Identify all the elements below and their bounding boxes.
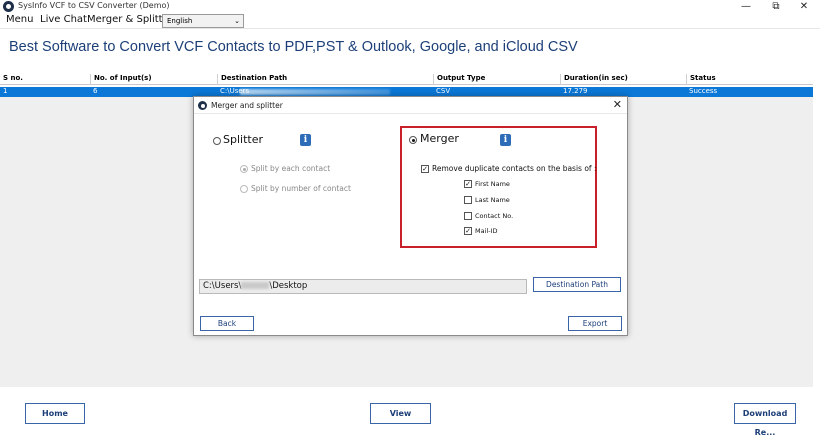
menu-item-live-chat[interactable]: Live Chat bbox=[40, 14, 87, 25]
redacted-username bbox=[241, 282, 270, 289]
first-name-label: First Name bbox=[475, 180, 510, 188]
mail-id-checkbox[interactable]: ✓ bbox=[464, 227, 472, 235]
menu-item-merger-splitter[interactable]: Merger & Splitter bbox=[87, 14, 173, 25]
path-prefix: C:\Users\ bbox=[203, 281, 242, 291]
download-report-button[interactable]: Download Re... bbox=[734, 403, 796, 437]
cell-duration: 17.279 bbox=[563, 87, 588, 95]
remove-duplicates-checkbox[interactable]: ✓ bbox=[421, 165, 429, 173]
column-header-duration[interactable]: Duration(in sec) bbox=[560, 74, 628, 85]
split-number-contact-radio[interactable] bbox=[240, 185, 248, 193]
menu-bar: Menu Live Chat Merger & Splitter English… bbox=[0, 13, 820, 29]
merger-label[interactable]: Merger bbox=[420, 132, 459, 145]
page-headline: Best Software to Convert VCF Contacts to… bbox=[9, 39, 578, 55]
window-title: SysInfo VCF to CSV Converter (Demo) bbox=[18, 1, 170, 10]
last-name-checkbox[interactable] bbox=[464, 196, 472, 204]
dialog-title: Merger and splitter bbox=[211, 101, 283, 110]
export-button[interactable]: Export bbox=[568, 316, 622, 331]
split-each-contact-radio[interactable] bbox=[240, 165, 248, 173]
language-select[interactable]: English ⌄ bbox=[162, 14, 244, 28]
merger-info-icon[interactable]: i bbox=[500, 134, 511, 146]
dialog-title-bar: Merger and splitter ✕ bbox=[194, 97, 627, 114]
destination-path-field[interactable]: C:\Users\ \Desktop bbox=[199, 279, 527, 294]
remove-duplicates-label: Remove duplicate contacts on the basis o… bbox=[432, 164, 597, 173]
column-header-status[interactable]: Status bbox=[686, 74, 716, 85]
column-header-inputs[interactable]: No. of Input(s) bbox=[90, 74, 152, 85]
maximize-button[interactable]: ⧉ bbox=[762, 0, 790, 14]
contact-no-label: Contact No. bbox=[475, 212, 514, 220]
merger-splitter-dialog: Merger and splitter ✕ Splitter i Split b… bbox=[193, 96, 628, 336]
close-window-button[interactable]: ✕ bbox=[790, 0, 818, 14]
chevron-down-icon: ⌄ bbox=[234, 17, 240, 25]
path-suffix: \Desktop bbox=[269, 281, 308, 291]
language-value: English bbox=[167, 17, 193, 25]
destination-path-button[interactable]: Destination Path bbox=[533, 277, 621, 292]
redacted-path bbox=[240, 89, 390, 95]
merger-radio[interactable] bbox=[409, 136, 417, 144]
contact-no-checkbox[interactable] bbox=[464, 212, 472, 220]
cell-status: Success bbox=[689, 87, 718, 95]
first-name-checkbox[interactable]: ✓ bbox=[464, 180, 472, 188]
cell-inputs: 6 bbox=[93, 87, 98, 95]
minimize-button[interactable]: — bbox=[732, 0, 760, 14]
column-header-output-type[interactable]: Output Type bbox=[433, 74, 485, 85]
back-button[interactable]: Back bbox=[200, 316, 254, 331]
splitter-radio[interactable] bbox=[213, 137, 221, 145]
title-bar: SysInfo VCF to CSV Converter (Demo) — ⧉ … bbox=[0, 0, 820, 14]
table-header: S no. No. of Input(s) Destination Path O… bbox=[0, 73, 813, 85]
dialog-close-button[interactable]: ✕ bbox=[613, 98, 622, 111]
split-number-contact-label: Split by number of contact bbox=[251, 184, 351, 193]
split-each-contact-label: Split by each contact bbox=[251, 164, 331, 173]
cell-output-type: CSV bbox=[436, 87, 451, 95]
cell-sno: 1 bbox=[3, 87, 8, 95]
column-header-destination[interactable]: Destination Path bbox=[217, 74, 287, 85]
mail-id-label: Mail-ID bbox=[475, 227, 498, 235]
last-name-label: Last Name bbox=[475, 196, 510, 204]
app-logo-icon bbox=[3, 1, 14, 12]
splitter-info-icon[interactable]: i bbox=[300, 134, 311, 146]
view-button[interactable]: View bbox=[370, 403, 431, 424]
menu-item-menu[interactable]: Menu bbox=[6, 14, 33, 25]
home-button[interactable]: Home bbox=[25, 403, 85, 424]
column-header-sno[interactable]: S no. bbox=[0, 74, 23, 85]
splitter-label[interactable]: Splitter bbox=[223, 133, 263, 146]
dialog-logo-icon bbox=[198, 101, 207, 110]
